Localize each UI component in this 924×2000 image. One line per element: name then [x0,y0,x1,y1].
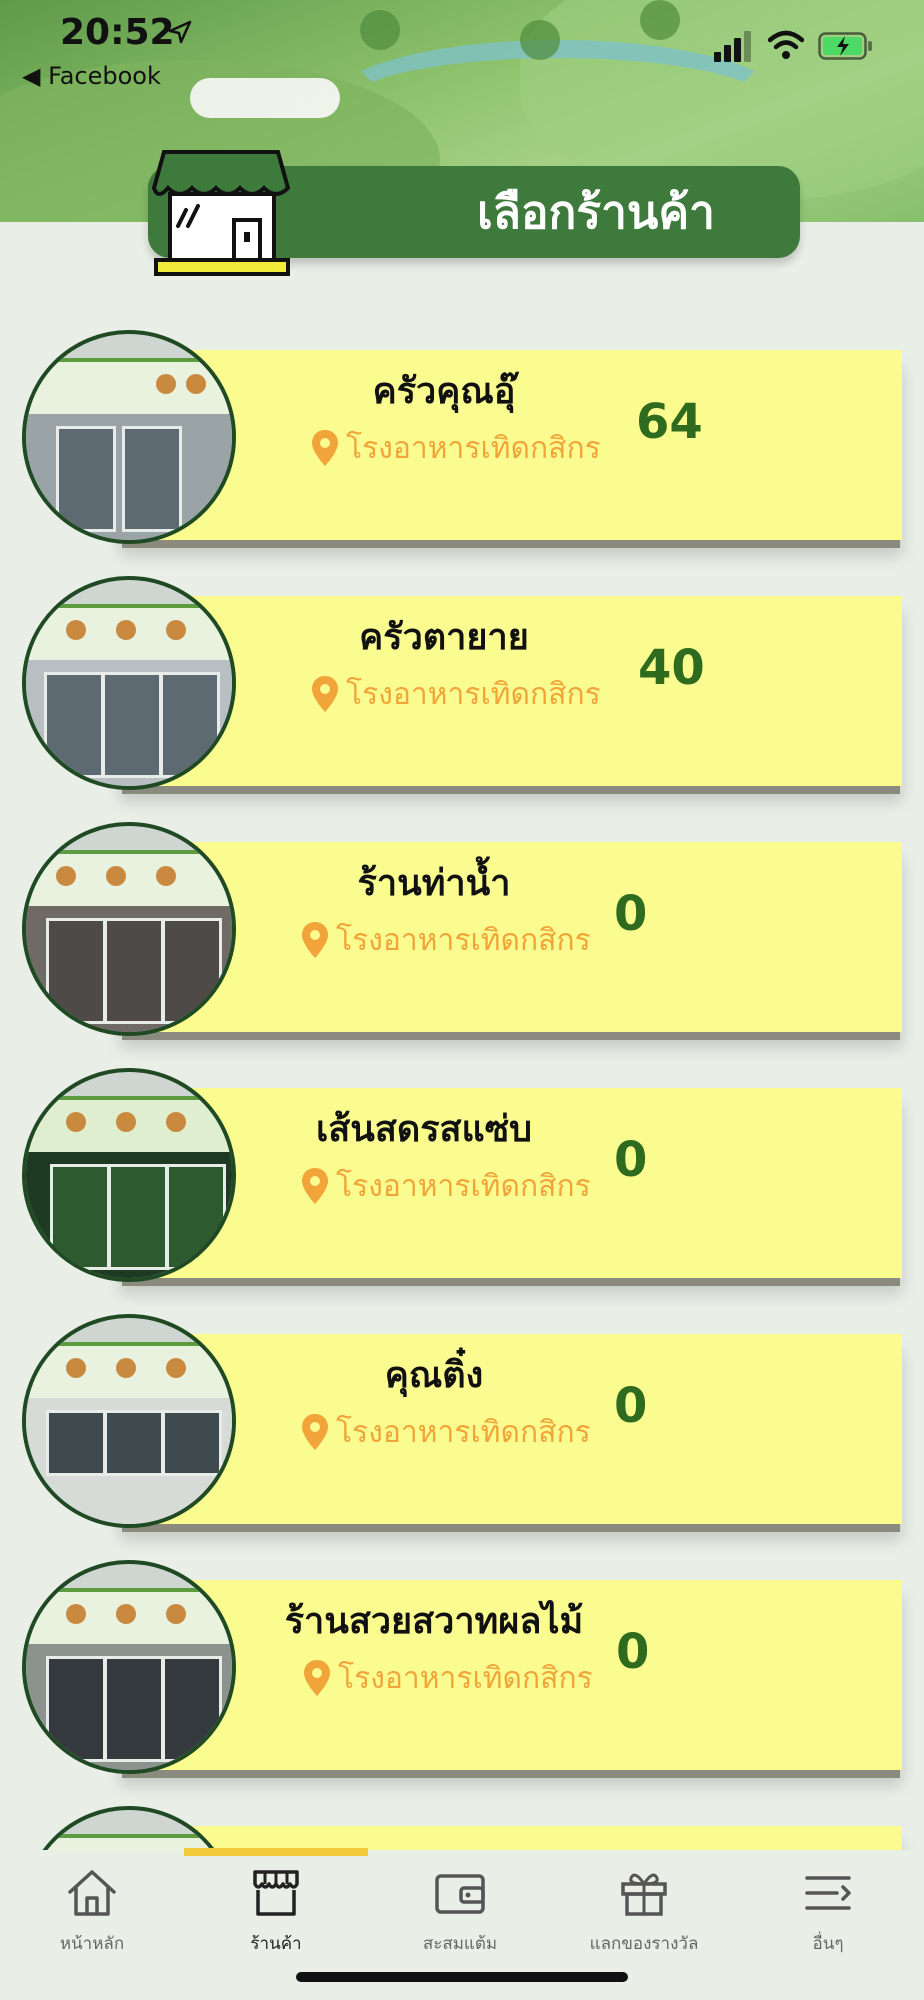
tab-redeem-rewards[interactable]: แลกของรางวัล [552,1866,736,1966]
shop-location: โรงอาหารเทิดกสิกร [302,916,591,964]
shop-photo [22,576,236,790]
tab-more[interactable]: อื่นๆ [736,1866,920,1966]
shop-name: ครัวคุณอุ๊ [372,371,516,412]
location-arrow-icon [168,20,192,44]
page-title: เลือกร้านค้า [477,185,715,239]
location-pin-icon [312,676,338,712]
points-value: 0 [614,886,648,942]
card-background [120,1826,902,1850]
shop-front-icon [151,150,291,276]
shop-name: ร้านท่าน้ำ [357,863,511,904]
shop-list: ครัวคุณอุ๊ โรงอาหารเทิดกสิกร 64 ครัวตายา… [0,330,924,1850]
tab-home[interactable]: หน้าหลัก [0,1866,184,1966]
tab-label: อื่นๆ [812,1934,844,1954]
location-label: โรงอาหารเทิดกสิกร [338,1660,593,1696]
shop-name: คุณติ๋ง [384,1355,484,1396]
battery-charging-icon [818,32,872,60]
points-value: 0 [614,1378,648,1434]
wifi-icon [768,30,804,59]
home-icon [68,1870,116,1916]
back-to-facebook-link[interactable]: ◀ Facebook [22,62,161,90]
menu-icon [805,1876,851,1910]
location-pin-icon [302,1168,328,1204]
status-bar: 20:52 ◀ Facebook [0,0,924,100]
shop-photo [22,1560,236,1774]
tab-collect-points[interactable]: สะสมแต้ม [368,1866,552,1966]
shop-location: โรงอาหารเทิดกสิกร [302,1162,591,1210]
location-pin-icon [302,1414,328,1450]
location-label: โรงอาหารเทิดกสิกร [336,1414,591,1450]
status-time: 20:52 [60,12,175,53]
tab-label: หน้าหลัก [59,1934,125,1954]
shop-card[interactable]: ร้านสวยสวาทผลไม้ โรงอาหารเทิดกสิกร 0 [0,1560,924,1806]
store-icon [253,1870,299,1916]
shop-photo [22,1314,236,1528]
location-label: โรงอาหารเทิดกสิกร [336,922,591,958]
tab-label: ร้านค้า [250,1934,302,1954]
shop-location: โรงอาหารเทิดกสิกร [312,670,601,718]
shop-location: โรงอาหารเทิดกสิกร [302,1408,591,1456]
active-tab-indicator [184,1848,368,1856]
shop-location: โรงอาหารเทิดกสิกร [312,424,601,472]
points-value: 0 [614,1132,648,1188]
points-value: 64 [636,394,703,450]
tab-label: แลกของรางวัล [589,1934,699,1954]
shop-name: ร้านสวยสวาทผลไม้ [284,1601,584,1642]
shop-location: โรงอาหารเทิดกสิกร [304,1654,593,1702]
shop-card[interactable]: ครัวคุณอุ๊ โรงอาหารเทิดกสิกร 64 [0,330,924,576]
tab-store[interactable]: ร้านค้า [184,1866,368,1966]
points-value: 40 [638,640,705,696]
shop-card-partial[interactable] [0,1806,924,1850]
shop-photo [22,1068,236,1282]
shop-card[interactable]: เส้นสดรสแซ่บ โรงอาหารเทิดกสิกร 0 [0,1068,924,1314]
home-indicator[interactable] [296,1972,628,1982]
shop-card[interactable]: ร้านท่าน้ำ โรงอาหารเทิดกสิกร 0 [0,822,924,1068]
shop-photo [22,330,236,544]
tab-label: สะสมแต้ม [422,1934,498,1954]
location-label: โรงอาหารเทิดกสิกร [346,430,601,466]
cellular-signal-icon [714,31,751,62]
gift-icon [621,1873,667,1916]
shop-photo [22,822,236,1036]
location-label: โรงอาหารเทิดกสิกร [346,676,601,712]
points-value: 0 [616,1624,650,1680]
shop-name: เส้นสดรสแซ่บ [315,1109,533,1150]
shop-card[interactable]: ครัวตายาย โรงอาหารเทิดกสิกร 40 [0,576,924,822]
location-pin-icon [304,1660,330,1696]
shop-name: ครัวตายาย [359,617,529,658]
shop-card[interactable]: คุณติ๋ง โรงอาหารเทิดกสิกร 0 [0,1314,924,1560]
wallet-icon [435,1874,485,1914]
location-label: โรงอาหารเทิดกสิกร [336,1168,591,1204]
location-pin-icon [312,430,338,466]
location-pin-icon [302,922,328,958]
